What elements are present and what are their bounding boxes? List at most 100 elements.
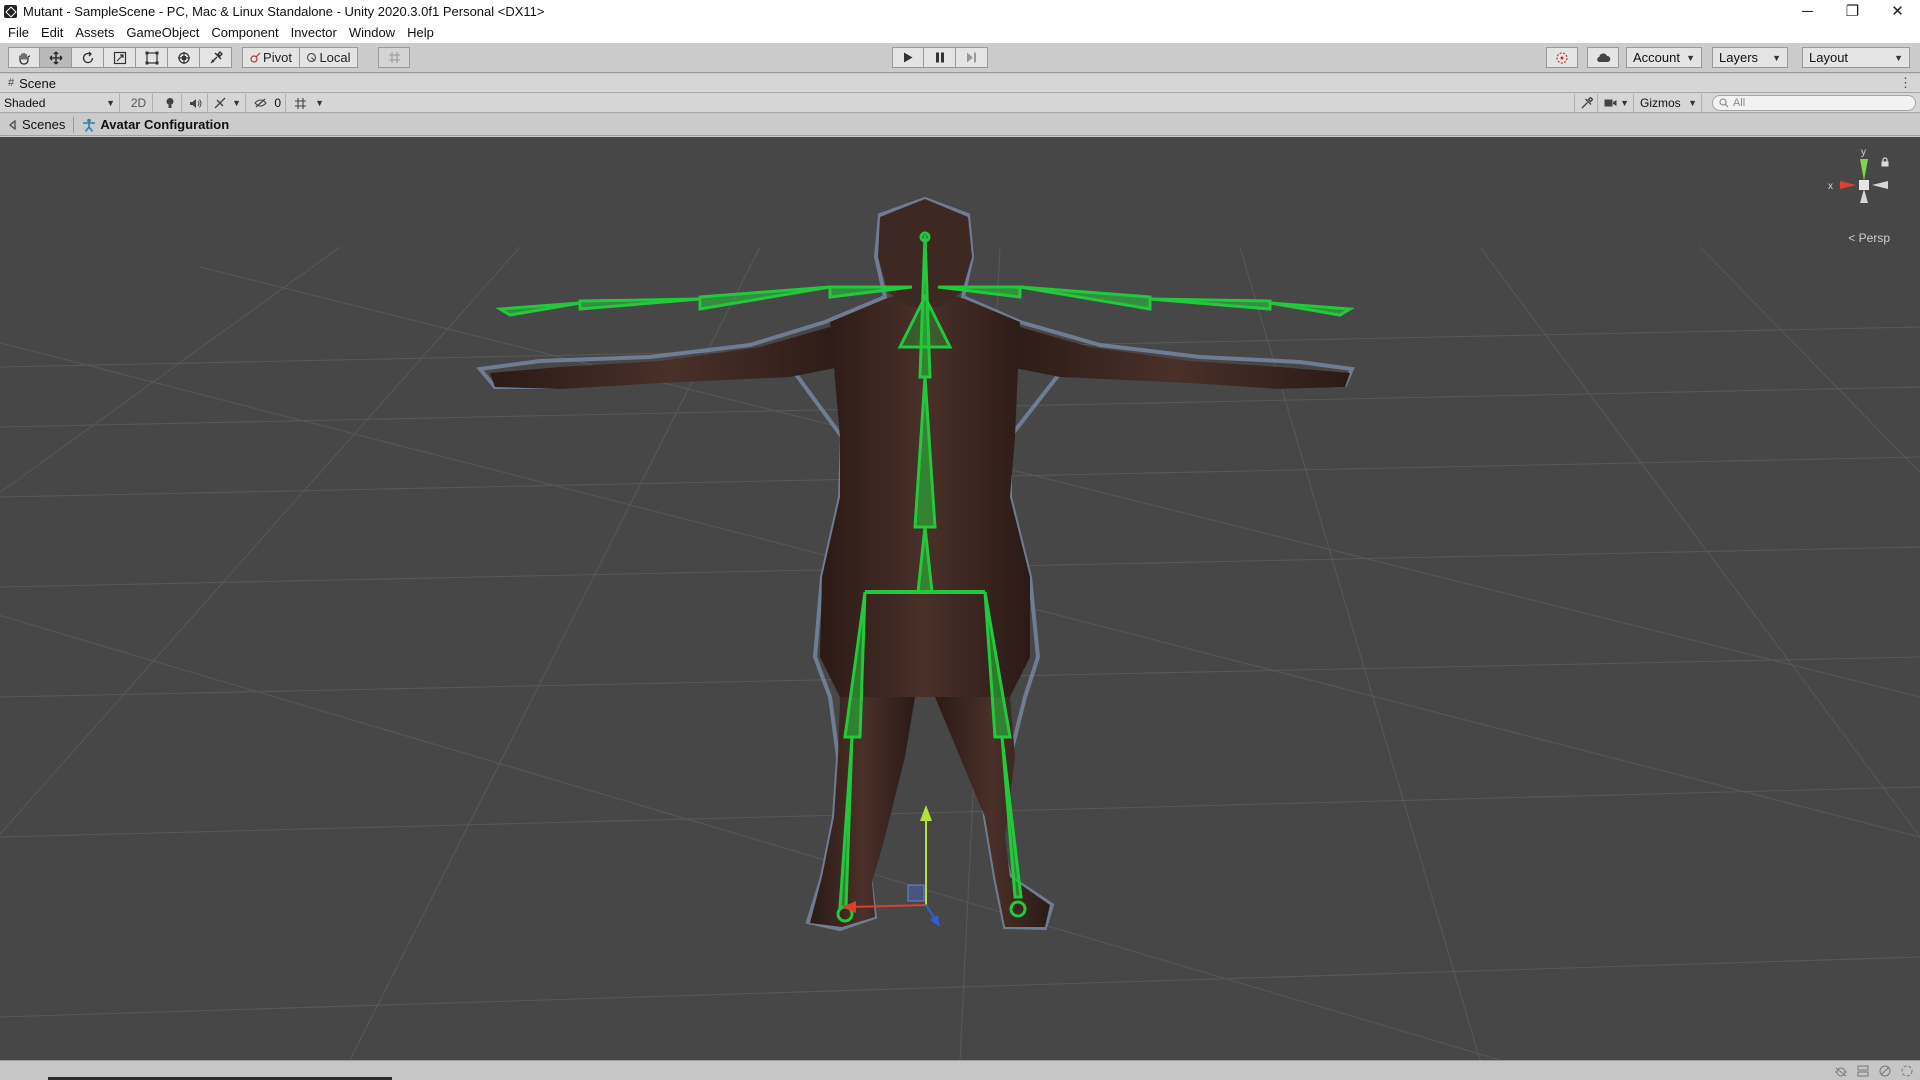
chevron-down-icon: ▼ (106, 98, 115, 108)
breadcrumb-avatar-label: Avatar Configuration (100, 117, 230, 132)
account-label: Account (1633, 50, 1680, 65)
close-button[interactable]: ✕ (1875, 0, 1920, 22)
projection-toggle[interactable]: < Persp (1848, 231, 1890, 245)
menu-window[interactable]: Window (343, 25, 401, 40)
cloud-group (1587, 47, 1619, 68)
hand-tool-icon (19, 52, 31, 65)
panel-menu-icon[interactable]: ⋮ (1899, 75, 1912, 91)
hidden-count: 0 (274, 96, 281, 110)
grid-dropdown[interactable]: ▼ (290, 94, 328, 112)
camera-icon (1604, 99, 1617, 107)
playmode-controls (892, 47, 988, 68)
speaker-icon (190, 98, 202, 108)
scene-toolbar: Shaded ▼ 2D ▼ 0 ▼ ▼ Gizmos ▼ All (0, 93, 1920, 113)
tab-scene[interactable]: # Scene (0, 76, 56, 91)
layout-group: Layout ▼ (1802, 47, 1910, 68)
cloud-button[interactable] (1587, 47, 1619, 68)
custom-tool-icon (210, 50, 223, 63)
lock-icon[interactable] (1880, 157, 1890, 167)
layers-label: Layers (1719, 50, 1759, 65)
hand-tool-button[interactable] (8, 47, 40, 68)
menu-assets[interactable]: Assets (69, 25, 120, 40)
layout-label: Layout (1809, 50, 1849, 65)
custom-tool-button[interactable] (200, 47, 232, 68)
pivot-button[interactable]: Pivot (242, 47, 300, 68)
pivot-toggles: Pivot Local (242, 47, 358, 68)
scale-tool-icon (113, 51, 126, 64)
unity-logo-icon (4, 4, 17, 18)
camera-dropdown[interactable]: ▼ (1600, 94, 1634, 112)
play-icon (904, 52, 913, 63)
audio-toggle[interactable] (184, 94, 208, 112)
hidden-objects-toggle[interactable]: 0 (250, 94, 286, 112)
scale-tool-button[interactable] (104, 47, 136, 68)
status-icons (1834, 1064, 1914, 1078)
mutant-character[interactable] (476, 196, 1355, 932)
window-controls: ─ ❐ ✕ (1785, 0, 1920, 22)
tools-icon (1581, 96, 1593, 108)
scene-tab-bar: # Scene ⋮ (0, 74, 1920, 93)
shading-mode-label: Shaded (4, 96, 46, 110)
transform-tools (8, 47, 232, 68)
lighting-toggle[interactable] (158, 94, 182, 112)
rect-tool-icon (145, 51, 158, 64)
cloud-icon (1597, 52, 1611, 62)
grid-snap-icon (388, 52, 400, 63)
eye-hidden-icon (254, 98, 267, 108)
shading-mode-dropdown[interactable]: Shaded ▼ (0, 94, 120, 112)
rect-tool-button[interactable] (136, 47, 168, 68)
snap-group (378, 47, 410, 68)
left-leg (810, 697, 915, 927)
collab-icon (1556, 51, 1568, 64)
layers-dropdown[interactable]: Layers ▼ (1712, 47, 1788, 68)
title-bar: Mutant - SampleScene - PC, Mac & Linux S… (0, 0, 1920, 22)
status-bar (0, 1060, 1920, 1080)
left-arm (490, 327, 850, 389)
restore-button[interactable]: ❐ (1830, 0, 1875, 22)
breadcrumb-avatar-configuration[interactable]: Avatar Configuration (74, 117, 237, 132)
scene-tools-button[interactable] (1574, 94, 1598, 112)
effects-dropdown[interactable]: ▼ (210, 94, 246, 112)
main-toolbar: Pivot Local Account ▼ Layers ▼ Layout ▼ (0, 43, 1920, 73)
menu-bar: File Edit Assets GameObject Component In… (0, 22, 1920, 43)
pause-button[interactable] (924, 47, 956, 68)
step-icon (967, 52, 976, 63)
move-tool-button[interactable] (40, 47, 72, 68)
minimize-button[interactable]: ─ (1785, 0, 1830, 22)
scene-viewport[interactable]: y x < Persp (0, 137, 1920, 1060)
layout-dropdown[interactable]: Layout ▼ (1802, 47, 1910, 68)
rotate-tool-button[interactable] (72, 47, 104, 68)
scene-search-input[interactable]: All (1712, 95, 1916, 111)
auto-generate-lighting-icon[interactable] (1878, 1064, 1892, 1078)
search-icon (1719, 98, 1729, 108)
play-button[interactable] (892, 47, 924, 68)
collab-button[interactable] (1546, 47, 1578, 68)
step-button[interactable] (956, 47, 988, 68)
menu-edit[interactable]: Edit (35, 25, 69, 40)
chevron-down-icon: ▼ (1688, 98, 1697, 108)
search-placeholder: All (1733, 97, 1746, 109)
local-button[interactable]: Local (300, 47, 358, 68)
account-group: Account ▼ (1626, 47, 1702, 68)
chevron-down-icon: ▼ (1894, 52, 1903, 63)
layers-group: Layers ▼ (1712, 47, 1788, 68)
bug-icon[interactable] (1834, 1064, 1848, 1078)
toggle-2d-button[interactable]: 2D (125, 94, 153, 112)
menu-invector[interactable]: Invector (285, 25, 343, 40)
chevron-down-icon: ▼ (315, 98, 324, 108)
menu-help[interactable]: Help (401, 25, 440, 40)
cache-server-icon[interactable] (1856, 1064, 1870, 1078)
window-title: Mutant - SampleScene - PC, Mac & Linux S… (23, 3, 545, 19)
progress-spinner-icon[interactable] (1900, 1064, 1914, 1078)
transform-tool-button[interactable] (168, 47, 200, 68)
menu-component[interactable]: Component (205, 25, 284, 40)
chevron-down-icon: ▼ (1686, 52, 1695, 63)
light-bulb-icon (166, 98, 173, 108)
breadcrumb-scenes[interactable]: Scenes (0, 117, 73, 132)
gizmos-dropdown[interactable]: Gizmos ▼ (1636, 94, 1702, 112)
chevron-down-icon: ▼ (1620, 98, 1629, 108)
account-dropdown[interactable]: Account ▼ (1626, 47, 1702, 68)
menu-gameobject[interactable]: GameObject (120, 25, 205, 40)
menu-file[interactable]: File (2, 25, 35, 40)
grid-snap-button[interactable] (378, 47, 410, 68)
